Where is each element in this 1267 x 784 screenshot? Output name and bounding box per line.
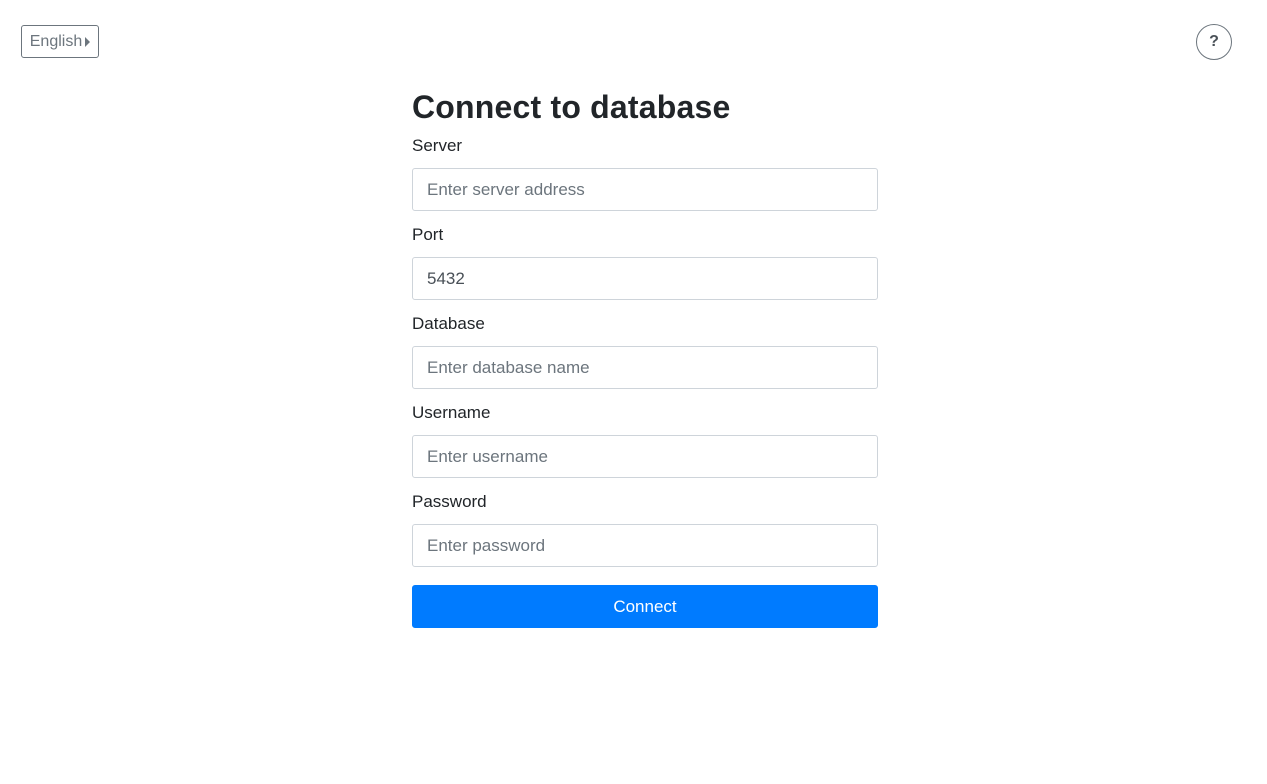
username-input[interactable] <box>412 435 878 478</box>
server-label: Server <box>412 136 463 155</box>
port-input[interactable] <box>412 257 878 300</box>
port-label: Port <box>412 225 444 244</box>
server-field-group: Server <box>412 136 878 211</box>
username-label: Username <box>412 403 491 422</box>
language-label: English <box>29 32 83 50</box>
database-label: Database <box>412 314 485 333</box>
username-field-group: Username <box>412 403 878 478</box>
caret-right-icon <box>85 37 91 47</box>
help-icon: ? <box>1209 33 1219 50</box>
page-title: Connect to database <box>412 89 731 125</box>
password-label: Password <box>412 492 487 511</box>
database-field-group: Database <box>412 314 878 389</box>
password-field-group: Password <box>412 492 878 567</box>
port-field-group: Port <box>412 225 878 300</box>
language-selector-button[interactable]: English <box>21 25 99 58</box>
server-input[interactable] <box>412 168 878 211</box>
password-input[interactable] <box>412 524 878 567</box>
connect-button[interactable]: Connect <box>412 585 878 628</box>
database-input[interactable] <box>412 346 878 389</box>
help-button[interactable]: ? <box>1196 24 1232 60</box>
connect-form: Connect to database Server Port Database… <box>412 88 878 628</box>
